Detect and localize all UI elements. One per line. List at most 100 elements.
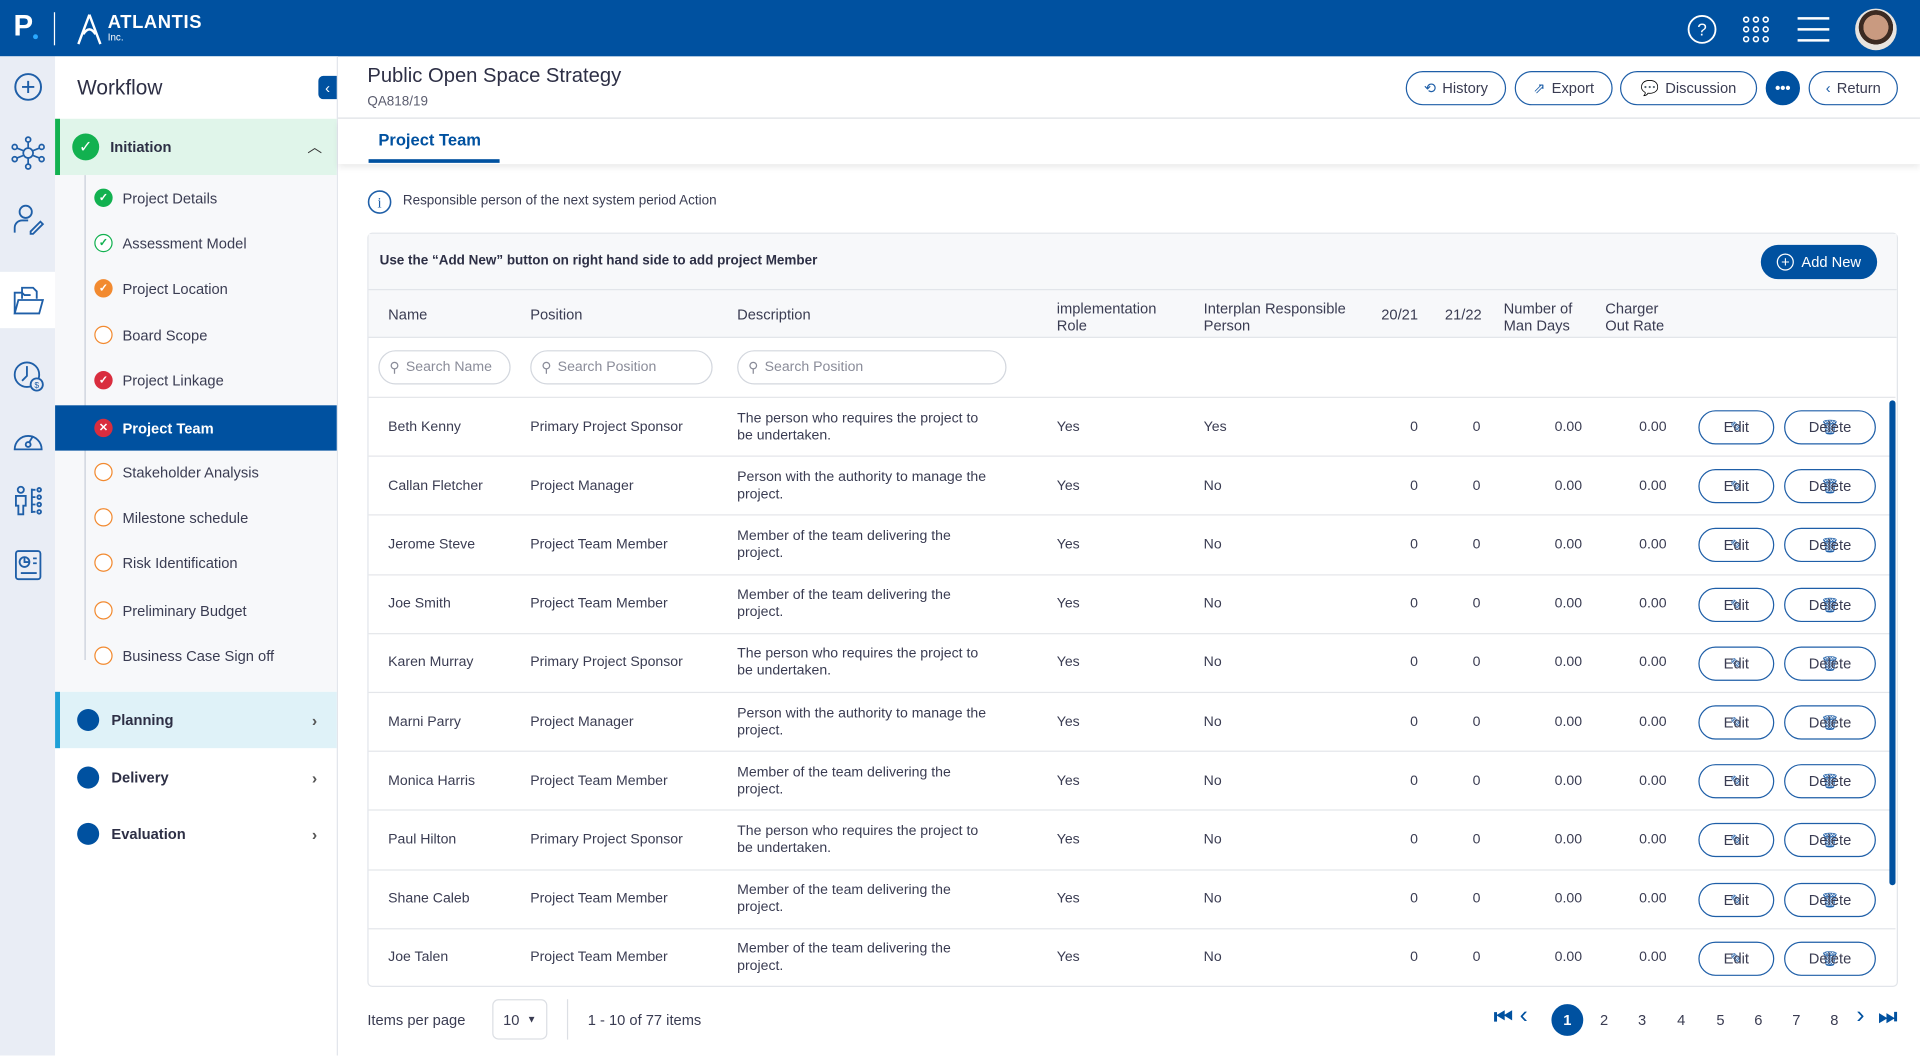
workflow-step[interactable]: Board Scope <box>55 312 337 357</box>
tab-project-team[interactable]: Project Team <box>378 131 481 149</box>
svg-text:i: i <box>378 196 382 212</box>
column-header-interplan[interactable]: Interplan Responsible Person <box>1204 300 1369 334</box>
history-button[interactable]: ⟲ History <box>1405 71 1507 106</box>
discussion-button[interactable]: 💬 Discussion <box>1620 71 1758 106</box>
column-header-name[interactable]: Name <box>388 306 427 323</box>
prev-page-icon[interactable]: ‹ <box>1520 1002 1528 1030</box>
search-position-input[interactable]: ⚲ Search Position <box>530 350 713 385</box>
workflow-step-label: Assessment Model <box>122 234 247 252</box>
cell-position: Primary Project Sponsor <box>530 419 683 435</box>
edit-button[interactable]: ✎ Edit <box>1698 646 1775 681</box>
cell-interplan: No <box>1203 655 1222 671</box>
column-header-description[interactable]: Description <box>737 306 811 323</box>
apps-grid-icon[interactable] <box>1742 16 1769 43</box>
table-scrollbar[interactable] <box>1889 400 1896 886</box>
edit-button[interactable]: ✎ Edit <box>1698 941 1775 976</box>
help-icon[interactable]: ? <box>1687 15 1717 44</box>
delete-label: Delete <box>1808 654 1852 672</box>
edit-button[interactable]: ✎ Edit <box>1698 410 1775 445</box>
workflow-step[interactable]: Milestone schedule <box>55 495 337 540</box>
delete-button[interactable]: 🗑 Delete <box>1784 410 1876 445</box>
pending-circle-icon <box>94 646 113 665</box>
workflow-step[interactable]: Business Case Sign off <box>55 633 337 678</box>
check-icon: ✓ <box>94 279 113 298</box>
page-button[interactable]: 1 <box>1551 1004 1584 1036</box>
edit-button[interactable]: ✎ Edit <box>1698 823 1775 858</box>
export-button[interactable]: ⇗ Export <box>1514 71 1613 106</box>
table-row: Monica Harris Project Team Member Member o… <box>368 750 1896 810</box>
page-button[interactable]: 5 <box>1704 1004 1736 1036</box>
workflow-step[interactable]: ✓ Project Details <box>55 175 337 220</box>
column-header-2122[interactable]: 21/22 <box>1445 306 1482 323</box>
chevron-up-icon[interactable]: ︿ <box>307 136 322 157</box>
search-name-input[interactable]: ⚲ Search Name <box>378 350 511 385</box>
edit-button[interactable]: ✎ Edit <box>1698 528 1775 563</box>
delete-button[interactable]: 🗑 Delete <box>1784 646 1876 681</box>
workflow-step[interactable]: Preliminary Budget <box>55 588 337 633</box>
collapse-panel-button[interactable]: ‹ <box>318 75 337 100</box>
add-new-button[interactable]: + Add New <box>1760 244 1878 280</box>
delete-button[interactable]: 🗑 Delete <box>1784 587 1876 622</box>
page-button[interactable]: 8 <box>1818 1004 1850 1036</box>
workflow-step[interactable]: ✓ Assessment Model <box>55 220 337 265</box>
user-avatar[interactable] <box>1855 8 1897 51</box>
cell-2021: 0 <box>1410 478 1418 494</box>
chevron-right-icon[interactable]: › <box>312 711 317 729</box>
cell-2021: 0 <box>1410 832 1418 848</box>
search-description-input[interactable]: ⚲ Search Position <box>737 350 1007 385</box>
folder-icon[interactable] <box>0 271 56 329</box>
org-chart-icon[interactable] <box>0 473 55 529</box>
column-header-man-days[interactable]: Number of Man Days <box>1504 300 1590 334</box>
phase-evaluation[interactable]: Evaluation › <box>55 806 337 862</box>
edit-button[interactable]: ✎ Edit <box>1698 882 1775 917</box>
add-circle-icon[interactable] <box>0 59 55 115</box>
page-button[interactable]: 4 <box>1665 1004 1697 1036</box>
page-button[interactable]: 6 <box>1742 1004 1774 1036</box>
workflow-step[interactable]: ✓ Project Linkage <box>55 358 337 403</box>
table-row: Marni Parry Project Manager Person with th… <box>368 691 1896 751</box>
page-button[interactable]: 7 <box>1780 1004 1812 1036</box>
report-icon[interactable] <box>0 536 55 592</box>
user-edit-icon[interactable] <box>0 191 55 247</box>
speedometer-icon[interactable] <box>0 411 55 467</box>
column-header-implementation-role[interactable]: implementation Role <box>1057 300 1179 334</box>
more-options-button[interactable]: ••• <box>1765 71 1801 106</box>
workflow-step[interactable]: ✓ Project Location <box>55 266 337 311</box>
network-icon[interactable] <box>0 125 55 181</box>
edit-button[interactable]: ✎ Edit <box>1698 705 1775 740</box>
app-logo[interactable]: P <box>13 10 33 44</box>
page-button[interactable]: 3 <box>1626 1004 1658 1036</box>
phase-initiation[interactable]: ✓ Initiation ︿ <box>55 118 337 176</box>
cell-implementation-role: Yes <box>1056 832 1080 848</box>
page-button[interactable]: 2 <box>1588 1004 1620 1036</box>
phase-delivery[interactable]: Delivery › <box>55 749 337 805</box>
phase-planning[interactable]: Planning › <box>55 691 337 749</box>
workflow-step[interactable]: ✕ Project Team <box>55 405 337 451</box>
search-description-placeholder: Search Position <box>764 360 864 375</box>
last-page-icon[interactable]: ⏭ <box>1878 1005 1897 1029</box>
column-header-charge-rate[interactable]: Charger Out Rate <box>1605 300 1678 334</box>
return-button[interactable]: ‹ Return <box>1808 71 1898 106</box>
workflow-step[interactable]: Risk Identification <box>55 540 337 585</box>
delete-button[interactable]: 🗑 Delete <box>1784 469 1876 504</box>
column-header-2021[interactable]: 20/21 <box>1381 306 1418 323</box>
delete-button[interactable]: 🗑 Delete <box>1784 764 1876 799</box>
items-per-page-select[interactable]: 10 ▼ <box>492 999 548 1040</box>
next-page-icon[interactable]: › <box>1856 1002 1864 1030</box>
edit-button[interactable]: ✎ Edit <box>1698 764 1775 799</box>
delete-button[interactable]: 🗑 Delete <box>1784 882 1876 917</box>
time-money-icon[interactable]: $ <box>0 348 55 404</box>
menu-icon[interactable] <box>1797 16 1830 43</box>
delete-button[interactable]: 🗑 Delete <box>1784 705 1876 740</box>
delete-button[interactable]: 🗑 Delete <box>1784 823 1876 858</box>
info-icon: i <box>367 190 392 214</box>
workflow-step[interactable]: Stakeholder Analysis <box>55 449 337 494</box>
column-header-position[interactable]: Position <box>530 306 582 323</box>
delete-button[interactable]: 🗑 Delete <box>1784 941 1876 976</box>
edit-button[interactable]: ✎ Edit <box>1698 587 1775 622</box>
chevron-right-icon[interactable]: › <box>312 768 317 786</box>
edit-button[interactable]: ✎ Edit <box>1698 469 1775 504</box>
first-page-icon[interactable]: ⏮ <box>1494 1005 1513 1029</box>
delete-button[interactable]: 🗑 Delete <box>1784 528 1876 563</box>
chevron-right-icon[interactable]: › <box>312 825 317 843</box>
